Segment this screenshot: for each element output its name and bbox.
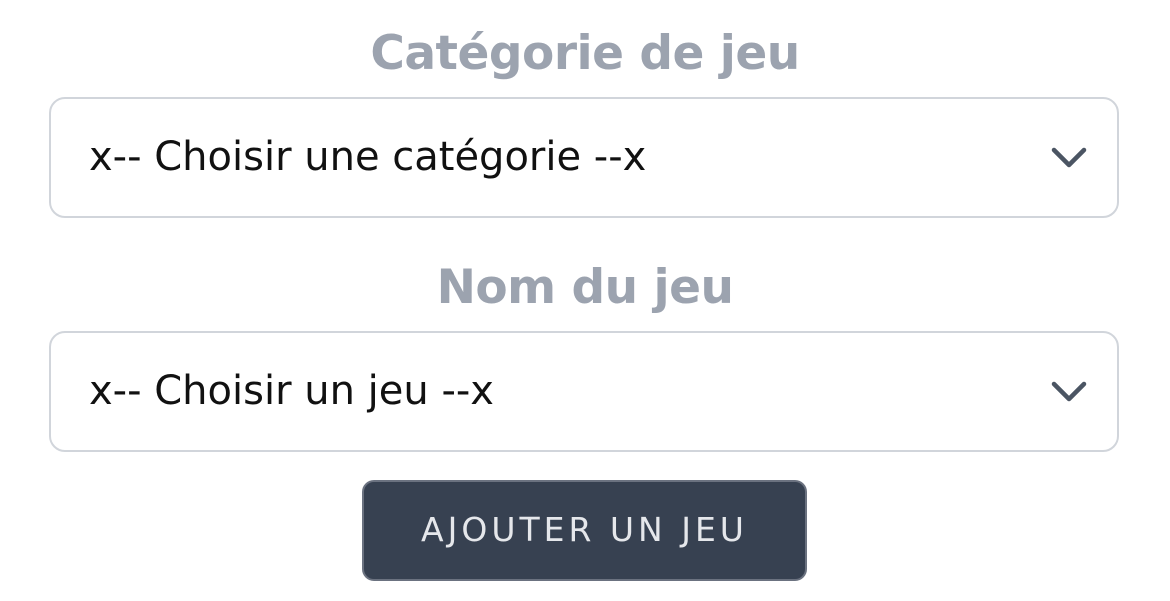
category-select[interactable]: x-- Choisir une catégorie --x xyxy=(49,97,1119,218)
chevron-down-icon xyxy=(1049,371,1089,411)
add-game-button[interactable]: AJOUTER UN JEU xyxy=(362,480,807,581)
game-select-value: x-- Choisir un jeu --x xyxy=(89,368,494,414)
chevron-down-icon xyxy=(1049,137,1089,177)
category-select-value: x-- Choisir une catégorie --x xyxy=(89,134,647,180)
game-name-label: Nom du jeu xyxy=(436,260,734,315)
add-game-form: Catégorie de jeu x-- Choisir une catégor… xyxy=(0,0,1170,601)
game-select[interactable]: x-- Choisir un jeu --x xyxy=(49,331,1119,452)
category-label: Catégorie de jeu xyxy=(370,26,800,81)
